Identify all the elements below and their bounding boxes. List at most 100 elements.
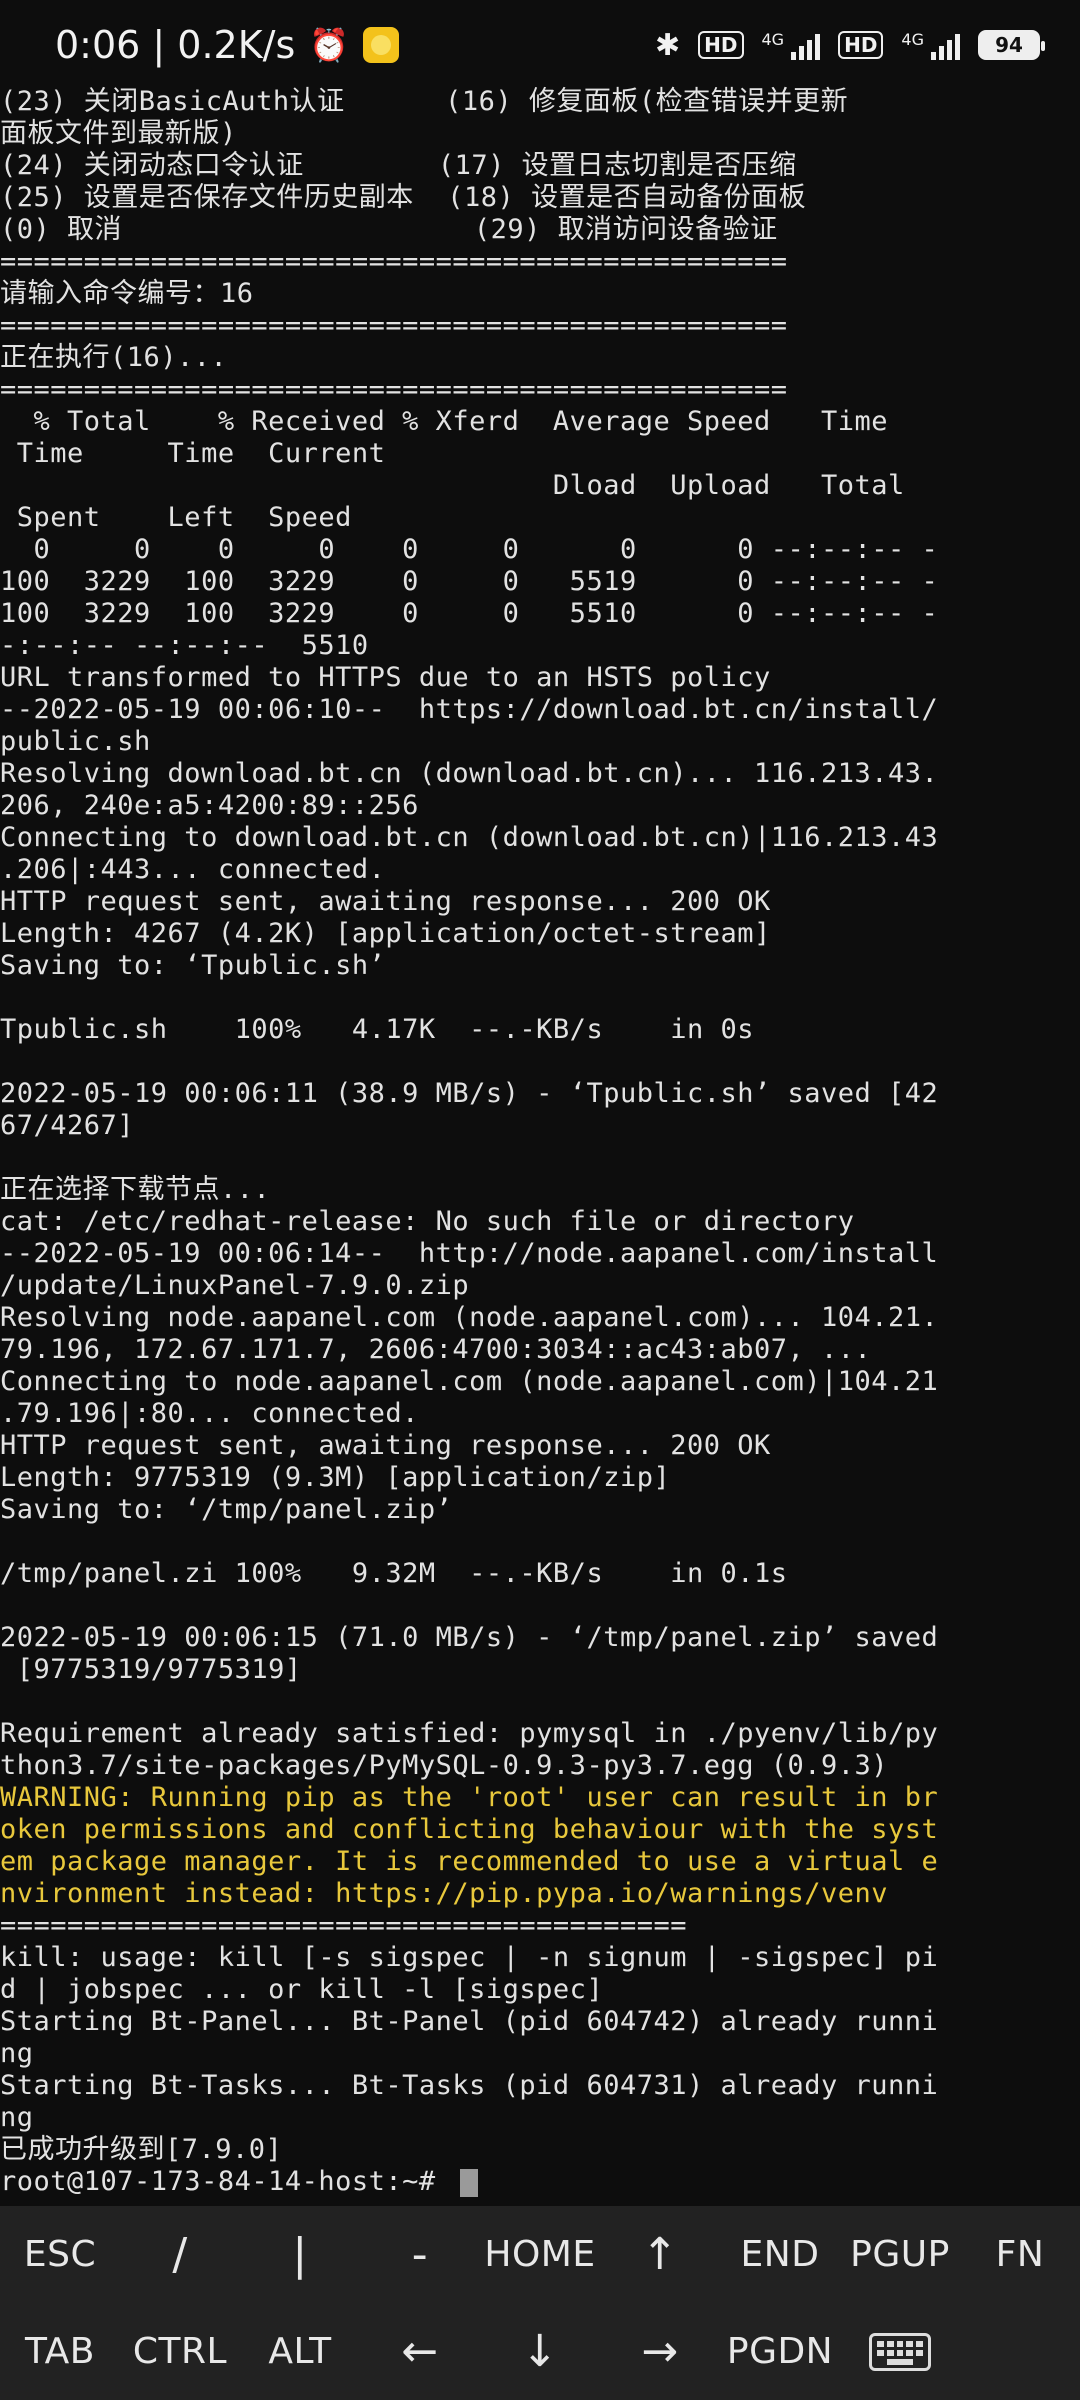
terminal-line: 206, 240e:a5:4200:89::256 bbox=[0, 790, 419, 821]
key-pipe[interactable]: | bbox=[240, 2206, 360, 2303]
terminal-line: kill: usage: kill [-s sigspec | -n signu… bbox=[0, 1942, 939, 1973]
key-end[interactable]: END bbox=[720, 2206, 840, 2303]
status-left: 0:06 | 0.2K/s ⏰ bbox=[55, 23, 400, 67]
terminal-line: Resolving node.aapanel.com (node.aapanel… bbox=[0, 1302, 939, 1333]
terminal-line: (25) 设置是否保存文件历史副本 (18) 设置是否自动备份面板 bbox=[0, 182, 807, 213]
key-home[interactable]: HOME bbox=[480, 2206, 600, 2303]
terminal-line: Saving to: ‘/tmp/panel.zip’ bbox=[0, 1494, 453, 1525]
signal-icon-1: 4G bbox=[762, 30, 821, 60]
prompt-line: root@107-173-84-14-host:~# bbox=[0, 2166, 1080, 2198]
terminal-line: nvironment instead: https://pip.pypa.io/… bbox=[0, 1878, 889, 1909]
terminal-line: public.sh bbox=[0, 726, 151, 757]
terminal-line: [9775319/9775319] bbox=[0, 1654, 302, 1685]
terminal-line: 100 3229 100 3229 0 0 5519 0 --:--:-- - bbox=[0, 566, 939, 597]
network-type-2: 4G bbox=[901, 30, 924, 49]
key-right-arrow[interactable]: → bbox=[600, 2303, 720, 2400]
terminal-cursor bbox=[460, 2168, 479, 2197]
terminal-line: Time Time Current bbox=[0, 438, 386, 469]
time-and-speed: 0:06 | 0.2K/s bbox=[55, 23, 296, 67]
bluetooth-icon: ✱ bbox=[655, 27, 681, 63]
terminal-line: HTTP request sent, awaiting response... … bbox=[0, 1430, 771, 1461]
terminal-line: ========================================… bbox=[0, 246, 788, 277]
network-type-1: 4G bbox=[761, 30, 785, 49]
terminal-line: Connecting to download.bt.cn (download.b… bbox=[0, 822, 939, 853]
terminal-line: -:--:-- --:--:-- 5510 bbox=[0, 630, 369, 661]
terminal-line: 2022-05-19 00:06:15 (71.0 MB/s) - ‘/tmp/… bbox=[0, 1622, 939, 1653]
terminal-output[interactable]: (23) 关闭BasicAuth认证 (16) 修复面板(检查错误并更新 面板文件… bbox=[0, 86, 1080, 2206]
key-fn[interactable]: FN bbox=[960, 2206, 1080, 2303]
terminal-line: (0) 取消 (29) 取消访问设备验证 bbox=[0, 214, 778, 245]
terminal-line: Saving to: ‘Tpublic.sh’ bbox=[0, 950, 386, 981]
terminal-line: /tmp/panel.zi 100% 9.32M --.-KB/s in 0.1… bbox=[0, 1558, 788, 1589]
terminal-line: 正在选择下载节点... bbox=[0, 1174, 271, 1205]
terminal-line: HTTP request sent, awaiting response... … bbox=[0, 886, 771, 917]
alarm-icon: ⏰ bbox=[309, 26, 350, 64]
terminal-line: (24) 关闭动态口令认证 (17) 设置日志切割是否压缩 bbox=[0, 150, 797, 181]
terminal-line: Dload Upload Total bbox=[0, 470, 905, 501]
terminal-line: ========================================… bbox=[0, 1910, 687, 1941]
key-esc[interactable]: ESC bbox=[0, 2206, 120, 2303]
terminal-line: ng bbox=[0, 2102, 34, 2133]
terminal-line: oken permissions and conflicting behavio… bbox=[0, 1814, 939, 1845]
terminal-line: Length: 4267 (4.2K) [application/octet-s… bbox=[0, 918, 771, 949]
key-down-arrow[interactable]: ↓ bbox=[480, 2303, 600, 2400]
key-left-arrow[interactable]: ← bbox=[360, 2303, 480, 2400]
terminal-line: .79.196|:80... connected. bbox=[0, 1398, 419, 1429]
terminal-line: --2022-05-19 00:06:14-- http://node.aapa… bbox=[0, 1238, 939, 1269]
hd-badge-2: HD bbox=[838, 31, 884, 59]
terminal-line: 请输入命令编号：16 bbox=[0, 278, 254, 309]
terminal-line: thon3.7/site-packages/PyMySQL-0.9.3-py3.… bbox=[0, 1750, 889, 1781]
key-dash[interactable]: - bbox=[360, 2206, 480, 2303]
terminal-line: 79.196, 172.67.171.7, 2606:4700:3034::ac… bbox=[0, 1334, 872, 1365]
app-notification-icon bbox=[363, 27, 400, 63]
terminal-line: Length: 9775319 (9.3M) [application/zip] bbox=[0, 1462, 671, 1493]
key-tab[interactable]: TAB bbox=[0, 2303, 120, 2400]
terminal-line: Requirement already satisfied: pymysql i… bbox=[0, 1718, 939, 1749]
terminal-line: .206|:443... connected. bbox=[0, 854, 386, 885]
terminal-line: Tpublic.sh 100% 4.17K --.-KB/s in 0s bbox=[0, 1014, 754, 1045]
terminal-line: 67/4267] bbox=[0, 1110, 135, 1141]
key-pgup[interactable]: PGUP bbox=[840, 2206, 960, 2303]
terminal-line: 2022-05-19 00:06:11 (38.9 MB/s) - ‘Tpubl… bbox=[0, 1078, 939, 1109]
status-right: ✱ HD 4G HD 4G 94 bbox=[655, 27, 1045, 63]
extra-keys-bar: ESC / | - HOME ↑ END PGUP FN TAB CTRL AL… bbox=[0, 2206, 1080, 2400]
keyboard-icon bbox=[869, 2332, 931, 2371]
battery-icon: 94 bbox=[978, 30, 1045, 60]
terminal-line: Resolving download.bt.cn (download.bt.cn… bbox=[0, 758, 939, 789]
terminal-line: Connecting to node.aapanel.com (node.aap… bbox=[0, 1366, 939, 1397]
key-slash[interactable]: / bbox=[120, 2206, 240, 2303]
terminal-line: URL transformed to HTTPS due to an HSTS … bbox=[0, 662, 771, 693]
keyboard-toggle[interactable] bbox=[840, 2303, 960, 2400]
signal-icon-2: 4G bbox=[901, 30, 960, 60]
terminal-line: cat: /etc/redhat-release: No such file o… bbox=[0, 1206, 855, 1237]
hd-badge-1: HD bbox=[698, 31, 744, 59]
terminal-line: ========================================… bbox=[0, 310, 788, 341]
terminal-line: 100 3229 100 3229 0 0 5510 0 --:--:-- - bbox=[0, 598, 939, 629]
terminal-line: 已成功升级到[7.9.0] bbox=[0, 2134, 283, 2165]
terminal-line: WARNING: Running pip as the 'root' user … bbox=[0, 1782, 939, 1813]
terminal-line: 正在执行(16)... bbox=[0, 342, 228, 373]
terminal-line: --2022-05-19 00:06:10-- https://download… bbox=[0, 694, 939, 725]
status-bar: 0:06 | 0.2K/s ⏰ ✱ HD 4G HD 4G 94 bbox=[0, 0, 1080, 90]
terminal-line: % Total % Received % Xferd Average Speed… bbox=[0, 406, 889, 437]
terminal-line: /update/LinuxPanel-7.9.0.zip bbox=[0, 1270, 470, 1301]
terminal-line: d | jobspec ... or kill -l [sigspec] bbox=[0, 1974, 604, 2005]
terminal-line: Starting Bt-Panel... Bt-Panel (pid 60474… bbox=[0, 2006, 939, 2037]
key-ctrl[interactable]: CTRL bbox=[120, 2303, 240, 2400]
terminal-line: Spent Left Speed bbox=[0, 502, 352, 533]
key-up-arrow[interactable]: ↑ bbox=[600, 2206, 720, 2303]
key-pgdn[interactable]: PGDN bbox=[720, 2303, 840, 2400]
terminal-line: ========================================… bbox=[0, 374, 788, 405]
terminal-line: ng bbox=[0, 2038, 34, 2069]
terminal-line: Starting Bt-Tasks... Bt-Tasks (pid 60473… bbox=[0, 2070, 939, 2101]
terminal-line: 面板文件到最新版) bbox=[0, 118, 237, 149]
key-alt[interactable]: ALT bbox=[240, 2303, 360, 2400]
terminal-line: em package manager. It is recommended to… bbox=[0, 1846, 939, 1877]
terminal-line: (23) 关闭BasicAuth认证 (16) 修复面板(检查错误并更新 bbox=[0, 86, 849, 117]
